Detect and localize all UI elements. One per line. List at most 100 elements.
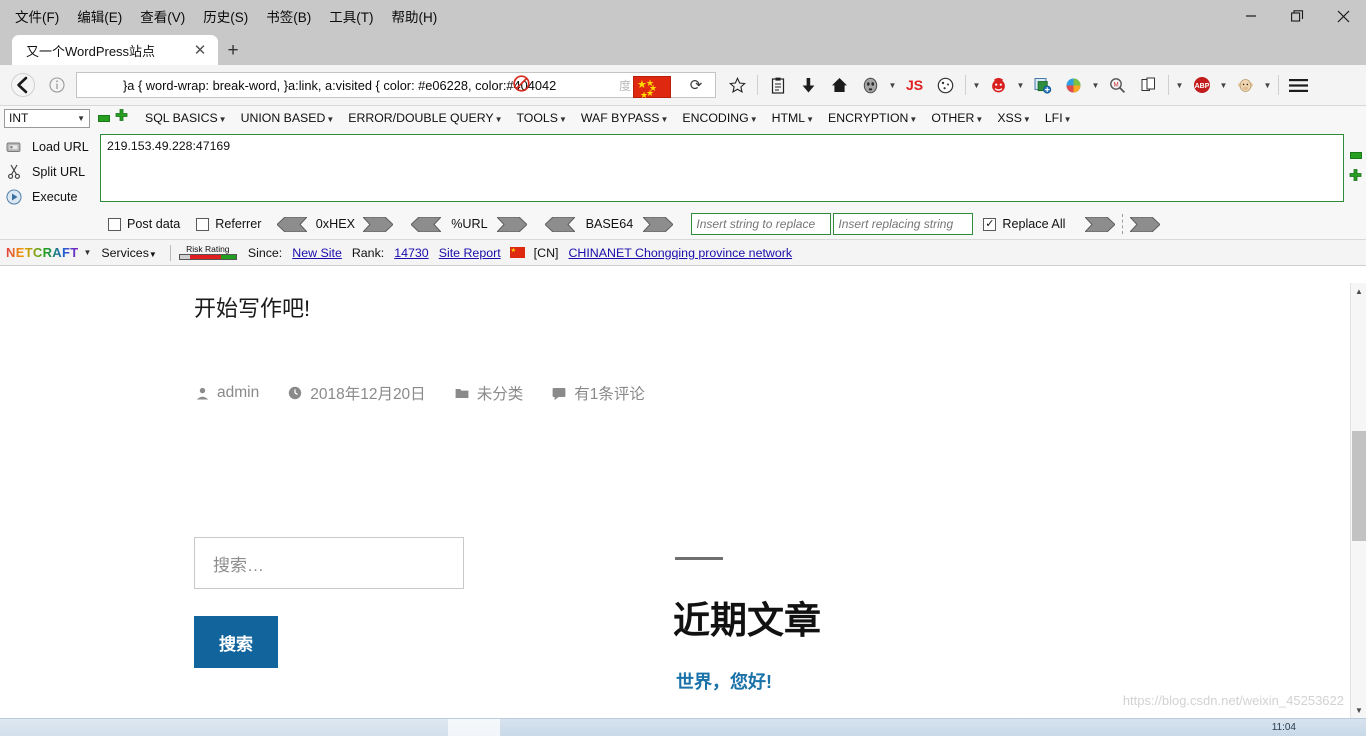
hackbar-menu-sql-basics[interactable]: SQL BASICS▼	[138, 111, 234, 125]
referrer-box[interactable]	[196, 217, 210, 231]
abp-dropdown-icon[interactable]: ▼	[1217, 81, 1230, 90]
menu-view[interactable]: 查看(V)	[131, 3, 194, 29]
hackbar-menu-lfi[interactable]: LFI▼	[1038, 111, 1079, 125]
split-url-label: Split URL	[32, 164, 86, 179]
menu-file[interactable]: 文件(F)	[6, 3, 68, 29]
ime-ghost-text: 度	[618, 79, 631, 93]
textarea-side-buttons	[1349, 152, 1362, 187]
clipboard-icon[interactable]	[762, 68, 793, 102]
recent-post-link[interactable]: 世界，您好!	[676, 668, 772, 694]
close-button[interactable]	[1320, 0, 1366, 32]
since-value-link[interactable]: New Site	[292, 246, 342, 260]
replace-apply-button[interactable]	[1085, 216, 1116, 232]
hackbar-menu-encoding[interactable]: ENCODING▼	[675, 111, 764, 125]
restore-button[interactable]	[1274, 0, 1320, 32]
hex-encode-button[interactable]	[363, 216, 394, 232]
clock-icon	[287, 385, 303, 401]
star-icon[interactable]	[722, 68, 753, 102]
url-encode-button[interactable]	[497, 216, 528, 232]
reload-button[interactable]: ⟳	[677, 76, 715, 94]
scroll-up-icon[interactable]: ▲	[1351, 283, 1366, 299]
menu-edit[interactable]: 编辑(E)	[68, 3, 131, 29]
swirl-icon[interactable]	[1058, 68, 1089, 102]
taskbar-active-item[interactable]	[448, 719, 500, 736]
netcraft-logo-caret[interactable]: ▼	[83, 248, 91, 257]
cookie-dropdown-icon[interactable]: ▼	[970, 81, 983, 90]
options-separator	[1122, 214, 1124, 234]
load-url-button[interactable]: Load URL	[4, 134, 100, 159]
mask-dropdown-icon[interactable]: ▼	[886, 81, 899, 90]
network-link[interactable]: CHINANET Chongqing province network	[568, 246, 792, 260]
hackbar-menu-waf-bypass[interactable]: WAF BYPASS▼	[574, 111, 676, 125]
since-label: Since:	[247, 245, 283, 260]
hackbar-menu-tools[interactable]: TOOLS▼	[510, 111, 574, 125]
app-add-icon[interactable]	[1027, 68, 1058, 102]
menu-history[interactable]: 历史(S)	[194, 3, 257, 29]
url-bar[interactable]: }a { word-wrap: break-word, }a:link, a:v…	[76, 72, 716, 100]
mask-icon[interactable]	[855, 68, 886, 102]
textarea-grow-icon[interactable]	[1349, 169, 1362, 187]
vertical-scrollbar[interactable]: ▲ ▼	[1350, 283, 1366, 718]
search-button[interactable]: 搜索	[194, 616, 278, 668]
monkey-dropdown-icon[interactable]: ▼	[1261, 81, 1274, 90]
url-decode-button[interactable]	[411, 216, 442, 232]
replace-all-box[interactable]: ✓	[983, 217, 997, 231]
tab-close-icon[interactable]: ✕	[190, 40, 210, 60]
split-url-button[interactable]: Split URL	[4, 159, 100, 184]
hackbar-actions: Load URL Split URL Execute	[0, 134, 100, 209]
url-text[interactable]: }a { word-wrap: break-word, }a:link, a:v…	[77, 78, 677, 93]
hex-decode-button[interactable]	[277, 216, 308, 232]
hackbar-menu-encryption[interactable]: ENCRYPTION▼	[821, 111, 924, 125]
page-icon[interactable]	[1133, 68, 1164, 102]
download-icon[interactable]	[793, 68, 824, 102]
post-data-box[interactable]	[108, 217, 121, 231]
replace-all-checkbox[interactable]: ✓ Replace All	[983, 217, 1065, 231]
rank-value-link[interactable]: 14730	[394, 246, 428, 260]
netcraft-services-menu[interactable]: Services▼	[101, 246, 156, 260]
replace-run-button[interactable]	[1130, 216, 1161, 232]
base64-decode-button[interactable]	[545, 216, 576, 232]
menu-bookmarks[interactable]: 书签(B)	[257, 3, 320, 29]
no-entry-icon	[513, 75, 530, 92]
page-dropdown-icon[interactable]: ▼	[1173, 81, 1186, 90]
cookie-icon[interactable]	[930, 68, 961, 102]
netcraft-toolbar: NETCRAFT ▼ Services▼ Risk Rating Since: …	[0, 240, 1366, 266]
abp-icon[interactable]: ABP	[1186, 68, 1217, 102]
menu-help[interactable]: 帮助(H)	[383, 3, 447, 29]
search-input[interactable]: 搜索…	[194, 537, 464, 589]
hackbar-menu-xss[interactable]: XSS▼	[990, 111, 1038, 125]
clown-dropdown-icon[interactable]: ▼	[1014, 81, 1027, 90]
home-icon[interactable]	[824, 68, 855, 102]
new-tab-button[interactable]: +	[218, 35, 248, 65]
browser-tab[interactable]: 又一个WordPress站点 ✕	[12, 35, 218, 65]
hackbar-menu-html[interactable]: HTML▼	[765, 111, 821, 125]
hackbar-menu-error-double-query[interactable]: ERROR/DOUBLE QUERY▼	[341, 111, 509, 125]
js-icon[interactable]: JS	[899, 68, 930, 102]
hackbar-menu-union-based[interactable]: UNION BASED▼	[234, 111, 342, 125]
back-button[interactable]	[6, 68, 40, 102]
hackbar-type-select[interactable]: INT ▼	[4, 108, 90, 128]
replace-to-input[interactable]	[833, 213, 974, 235]
execute-button[interactable]: Execute	[4, 184, 100, 209]
magnifier-icon[interactable]: M	[1102, 68, 1133, 102]
swirl-dropdown-icon[interactable]: ▼	[1089, 81, 1102, 90]
add-tab-icon[interactable]	[115, 109, 128, 127]
hamburger-menu-icon[interactable]	[1283, 68, 1314, 102]
clown-icon[interactable]	[983, 68, 1014, 102]
scrollbar-thumb[interactable]	[1352, 431, 1366, 541]
menu-tools[interactable]: 工具(T)	[320, 3, 382, 29]
site-report-link[interactable]: Site Report	[439, 246, 501, 260]
minimize-button[interactable]	[1228, 0, 1274, 32]
base64-encode-button[interactable]	[643, 216, 674, 232]
textarea-shrink-icon[interactable]	[1349, 152, 1362, 159]
page-info-icon[interactable]	[40, 68, 74, 102]
hackbar-url-textarea[interactable]: 219.153.49.228:47169	[100, 134, 1344, 202]
scroll-down-icon[interactable]: ▼	[1351, 702, 1366, 718]
replace-from-input[interactable]	[691, 213, 832, 235]
monkey-icon[interactable]	[1230, 68, 1261, 102]
post-data-checkbox[interactable]: Post data	[108, 217, 180, 231]
section-rule	[675, 557, 723, 560]
referrer-checkbox[interactable]: Referrer	[196, 217, 261, 231]
hackbar-menu-other[interactable]: OTHER▼	[924, 111, 990, 125]
remove-tab-icon[interactable]	[98, 114, 110, 122]
